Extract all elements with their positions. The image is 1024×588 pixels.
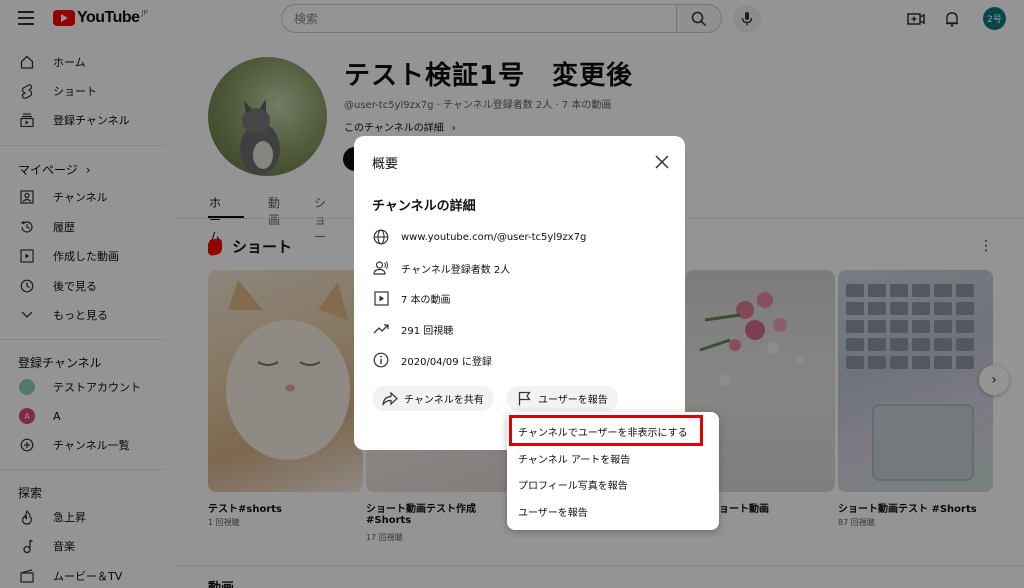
- dialog-subtitle: チャンネルの詳細: [372, 199, 476, 214]
- share-channel-label: チャンネルを共有: [404, 395, 484, 406]
- subscribers-icon: [372, 259, 390, 277]
- joined-date: 2020/04/09 に登録: [401, 356, 492, 368]
- info-icon: [372, 351, 390, 369]
- view-count: 291 回視聴: [401, 325, 454, 337]
- detail-videos-row: 7 本の動画: [372, 288, 672, 308]
- menu-item-report-user[interactable]: ユーザーを報告: [518, 504, 588, 519]
- report-user-label: ユーザーを報告: [538, 395, 608, 406]
- about-dialog: 概要 チャンネルの詳細 www.youtube.com/@user-tc5yl9…: [354, 136, 685, 450]
- share-channel-button[interactable]: チャンネルを共有: [372, 386, 494, 411]
- trending-icon: [372, 320, 390, 338]
- video-icon: [372, 289, 390, 307]
- close-button[interactable]: [654, 154, 670, 170]
- globe-icon: [372, 228, 390, 246]
- subscriber-count: チャンネル登録者数 2人: [401, 264, 511, 276]
- menu-item-report-profile-photo[interactable]: プロフィール写真を報告: [518, 477, 628, 492]
- report-user-button[interactable]: ユーザーを報告: [506, 386, 618, 411]
- share-icon: [382, 391, 398, 407]
- detail-url-row: www.youtube.com/@user-tc5yl9zx7g: [372, 227, 672, 247]
- channel-url[interactable]: www.youtube.com/@user-tc5yl9zx7g: [401, 232, 586, 243]
- close-icon: [655, 155, 669, 169]
- detail-joined-row: 2020/04/09 に登録: [372, 350, 672, 370]
- flag-icon: [516, 391, 532, 407]
- dialog-title: 概要: [372, 157, 399, 172]
- highlight-box: [509, 415, 703, 446]
- menu-item-report-channel-art[interactable]: チャンネル アートを報告: [518, 451, 630, 466]
- detail-subscribers-row: チャンネル登録者数 2人: [372, 258, 672, 278]
- detail-views-row: 291 回視聴: [372, 319, 672, 339]
- video-count: 7 本の動画: [401, 294, 451, 306]
